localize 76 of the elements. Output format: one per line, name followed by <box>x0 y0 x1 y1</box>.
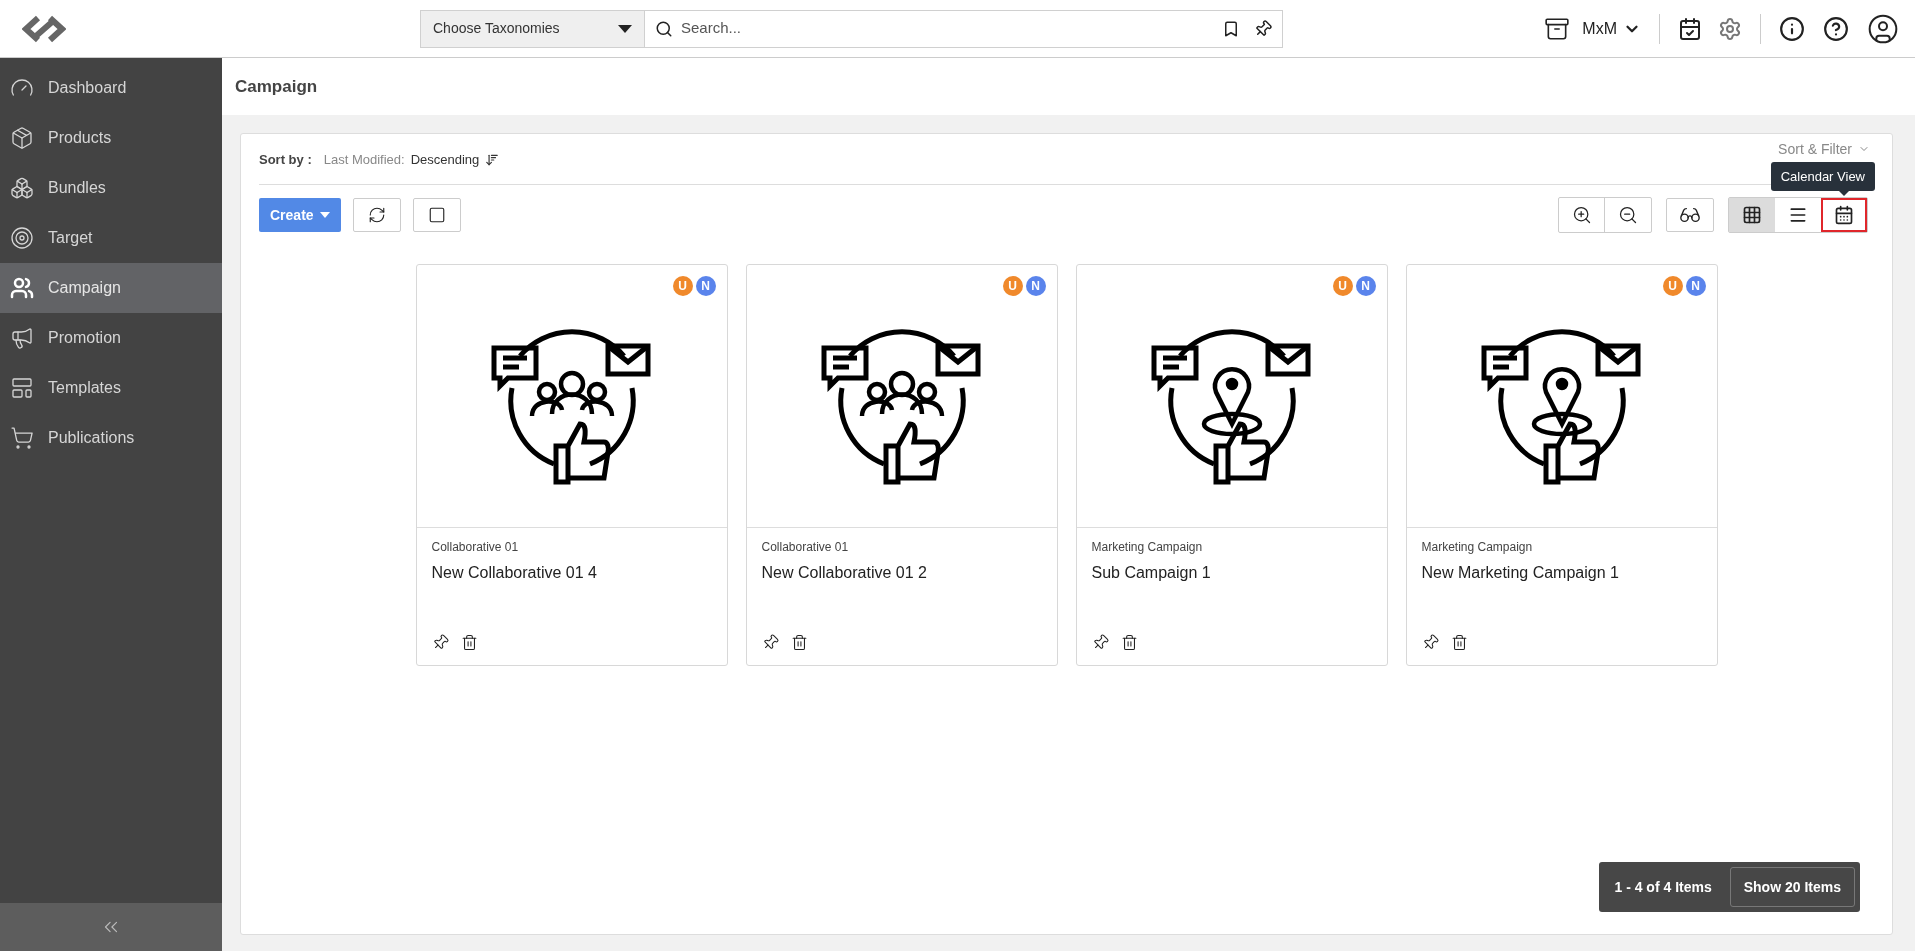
info-icon[interactable] <box>1779 15 1805 42</box>
template-icon <box>10 376 34 400</box>
sort-descending-icon <box>485 153 500 167</box>
box-icon <box>10 126 34 150</box>
sidebar-item[interactable]: Campaign <box>0 263 222 313</box>
sort-field: Last Modified: <box>323 150 405 170</box>
people-icon <box>10 276 34 300</box>
status-badge: N <box>1685 276 1706 296</box>
help-icon[interactable] <box>1823 15 1849 42</box>
megaphone-icon <box>10 326 34 350</box>
taxonomy-select[interactable]: Choose Taxonomies <box>420 9 645 48</box>
grid-view-button[interactable] <box>1729 198 1775 232</box>
card-title: Sub Campaign 1 <box>1091 563 1212 583</box>
calendar-view-button[interactable] <box>1821 198 1867 232</box>
status-badge: U <box>1662 276 1683 296</box>
target-icon <box>10 226 34 250</box>
search-field[interactable]: Search... <box>681 17 1214 40</box>
cubes-icon <box>10 176 34 200</box>
card-type: Collaborative 01 <box>761 539 850 556</box>
zoom-out-icon <box>1618 205 1638 225</box>
sidebar-item[interactable]: Dashboard <box>0 63 222 113</box>
card-type: Marketing Campaign <box>1091 539 1204 556</box>
sort-order-button[interactable]: Descending <box>410 150 500 170</box>
tooltip: Calendar View <box>1770 161 1875 191</box>
logo-icon <box>22 13 66 44</box>
calendar-icon[interactable] <box>1678 16 1702 41</box>
zoom-in-icon <box>1571 205 1592 225</box>
campaign-card[interactable]: U N Collaborative 01 New Collaborative 01 2 <box>745 264 1058 666</box>
trash-icon[interactable] <box>790 634 808 651</box>
status-badge: N <box>1355 276 1376 296</box>
user-avatar-icon[interactable] <box>1867 12 1899 45</box>
card-type: Marketing Campaign <box>1421 539 1534 556</box>
trash-icon[interactable] <box>1450 634 1468 651</box>
card-title: New Collaborative 01 2 <box>761 563 928 583</box>
card-title: New Marketing Campaign 1 <box>1421 563 1620 583</box>
sidebar-item[interactable]: Promotion <box>0 313 222 363</box>
campaign-card[interactable]: U N Collaborative 01 New Collaborative 01 4 <box>415 264 728 666</box>
card-title: New Collaborative 01 4 <box>431 563 598 583</box>
settings-icon[interactable] <box>1718 16 1742 41</box>
grid-icon <box>1742 205 1762 225</box>
card-type: Collaborative 01 <box>431 539 520 556</box>
tooltip-arrow <box>1838 190 1850 196</box>
search-bar[interactable]: Search... <box>645 9 1283 48</box>
select-all-checkbox[interactable] <box>412 198 461 232</box>
archive-icon <box>1544 15 1571 42</box>
caret-icon <box>319 212 330 218</box>
status-badge: N <box>695 276 716 296</box>
trash-icon[interactable] <box>1120 634 1138 651</box>
sidebar-item[interactable]: Templates <box>0 363 222 413</box>
sort-label: Sort by : <box>259 151 312 170</box>
page-size-button[interactable]: Show 20 Items <box>1729 867 1855 907</box>
preview-button[interactable] <box>1666 198 1714 232</box>
campaign-card[interactable]: U N Marketing Campaign New Marketing Campaign 1 <box>1405 264 1718 666</box>
refresh-button[interactable] <box>352 198 401 232</box>
cart-icon <box>10 426 34 450</box>
sidebar-item[interactable]: Products <box>0 113 222 163</box>
trash-icon[interactable] <box>460 634 478 651</box>
calendar-icon <box>1834 205 1854 225</box>
refresh-icon <box>367 206 386 224</box>
status-badge: N <box>1025 276 1046 296</box>
list-icon <box>1788 205 1808 225</box>
caret-icon <box>618 24 632 33</box>
status-badge: U <box>1002 276 1023 296</box>
page-title: Campaign <box>235 75 318 98</box>
bookmark-icon[interactable] <box>1222 19 1240 38</box>
sidebar-item[interactable]: Target <box>0 213 222 263</box>
campaign-card[interactable]: U N Marketing Campaign Sub Campaign 1 <box>1075 264 1388 666</box>
status-badge: U <box>1332 276 1353 296</box>
search-icon <box>655 19 673 38</box>
sort-filter-menu[interactable]: Sort & Filter <box>1778 138 1870 160</box>
status-badge: U <box>672 276 693 296</box>
sidebar-item[interactable]: Publications <box>0 413 222 463</box>
item-range: 1 - 4 of 4 Items <box>1614 877 1712 897</box>
checkbox-icon <box>427 206 446 224</box>
workspace-menu[interactable]: MxM <box>1544 15 1641 42</box>
sidebar-item[interactable]: Bundles <box>0 163 222 213</box>
